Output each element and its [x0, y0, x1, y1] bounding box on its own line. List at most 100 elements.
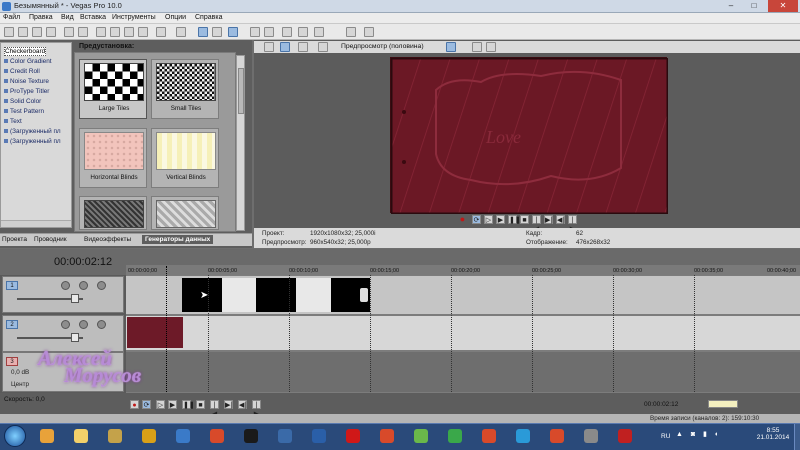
whats-this-icon[interactable] [364, 27, 374, 37]
auto-ripple-icon[interactable] [212, 27, 222, 37]
list-item[interactable]: Noise Texture [4, 78, 49, 85]
preset-pattern-5[interactable] [79, 196, 147, 230]
delete-icon[interactable] [138, 27, 148, 37]
fx-clip-icon[interactable] [360, 288, 368, 302]
taskbar-app-button[interactable] [304, 425, 334, 447]
prev-frame-icon[interactable]: ◀| [556, 215, 565, 224]
list-item[interactable]: (Загруженный пл [4, 128, 61, 135]
properties-icon[interactable] [78, 27, 88, 37]
record-icon[interactable]: ● [130, 400, 139, 409]
next-frame-icon[interactable]: |▶ [568, 215, 577, 233]
menu-file[interactable]: Файл [3, 14, 20, 21]
preset-vertical-blinds[interactable]: Vertical Blinds [151, 128, 219, 188]
pause-icon[interactable]: ❚❚ [508, 215, 521, 224]
render-icon[interactable] [64, 27, 74, 37]
overlays-icon[interactable] [446, 42, 456, 52]
split-icon[interactable] [314, 27, 324, 37]
scrollbar-thumb[interactable] [238, 68, 244, 114]
list-item[interactable]: ProType Titler [4, 88, 49, 95]
cut-icon[interactable] [96, 27, 106, 37]
taskbar-app-button[interactable] [236, 425, 266, 447]
normal-edit-tool-icon[interactable] [250, 27, 260, 37]
list-scrollbar[interactable] [1, 220, 71, 227]
menu-tools[interactable]: Инструменты [112, 14, 156, 21]
taskbar-app-button[interactable] [576, 425, 606, 447]
copy-icon[interactable] [110, 27, 120, 37]
list-item[interactable]: Solid Color [4, 98, 41, 105]
preset-large-tiles[interactable]: Large Tiles [79, 59, 147, 119]
tab-media-generators[interactable]: Генераторы данных [142, 235, 214, 244]
slider-knob[interactable] [71, 333, 79, 342]
taskbar-app-button[interactable] [508, 425, 538, 447]
taskbar-app-button[interactable] [542, 425, 572, 447]
tray-icons[interactable]: ▲ ◙ ▮ ◐ [676, 430, 736, 440]
next-frame-icon[interactable]: |▶ [252, 400, 261, 418]
preset-pattern-6[interactable] [151, 196, 219, 230]
open-icon[interactable] [18, 27, 28, 37]
playhead-cursor[interactable] [166, 266, 167, 394]
show-desktop-button[interactable] [794, 424, 800, 450]
list-item[interactable]: Test Pattern [4, 108, 44, 115]
list-item[interactable]: (Загруженный пл [4, 138, 61, 145]
save-icon[interactable] [32, 27, 42, 37]
paste-icon[interactable] [124, 27, 134, 37]
snap-icon[interactable] [198, 27, 208, 37]
go-start-icon[interactable]: |◀ [532, 215, 541, 233]
go-end-icon[interactable]: ▶| [224, 400, 233, 409]
tab-project-media[interactable]: Проекта [2, 236, 27, 243]
track-lane-2[interactable] [126, 316, 800, 350]
menu-options[interactable]: Опции [165, 14, 186, 21]
help-icon[interactable] [346, 27, 356, 37]
list-item[interactable]: Color Gradient [4, 58, 52, 65]
split-screen-icon[interactable] [318, 42, 328, 52]
list-item[interactable]: Credit Roll [4, 68, 40, 75]
menu-view[interactable]: Вид [61, 14, 74, 21]
taskbar-app-button[interactable] [202, 425, 232, 447]
preset-scrollbar[interactable] [236, 55, 245, 231]
zoom-tool-icon[interactable] [298, 27, 308, 37]
taskbar-app-button[interactable] [338, 425, 368, 447]
background-clip[interactable] [127, 317, 183, 348]
lock-envelopes-icon[interactable] [228, 27, 238, 37]
minimize-button[interactable]: – [720, 0, 742, 12]
fx-icon[interactable] [79, 281, 88, 290]
go-end-icon[interactable]: ▶| [544, 215, 553, 224]
redo-icon[interactable] [176, 27, 186, 37]
language-indicator[interactable]: RU [661, 433, 670, 440]
loop-icon[interactable]: ⟳ [142, 400, 151, 409]
go-start-icon[interactable]: |◀ [210, 400, 219, 418]
taskbar-app-button[interactable] [66, 425, 96, 447]
undo-icon[interactable] [156, 27, 166, 37]
prev-frame-icon[interactable]: ◀| [238, 400, 247, 409]
taskbar-app-button[interactable] [440, 425, 470, 447]
preview-quality-dropdown[interactable]: Предпросмотр (половина) [341, 43, 424, 50]
new-icon[interactable] [4, 27, 14, 37]
motion-icon[interactable] [61, 281, 70, 290]
list-item[interactable]: Checkerboard [4, 47, 47, 56]
pause-icon[interactable]: ❚❚ [182, 400, 195, 409]
list-item[interactable]: Text [4, 118, 22, 125]
play-from-start-icon[interactable]: ▷ [156, 400, 165, 409]
video-track-header-1[interactable]: 1 [2, 276, 124, 313]
project-properties-icon[interactable] [264, 42, 274, 52]
taskbar-app-button[interactable] [372, 425, 402, 447]
external-monitor-icon[interactable] [280, 42, 290, 52]
menu-help[interactable]: Справка [195, 14, 222, 21]
preset-small-tiles[interactable]: Small Tiles [151, 59, 219, 119]
play-icon[interactable]: ▶ [496, 215, 505, 224]
save-as-icon[interactable] [46, 27, 56, 37]
slider-knob[interactable] [71, 294, 79, 303]
taskbar-app-button[interactable] [134, 425, 164, 447]
taskbar-app-button[interactable] [32, 425, 62, 447]
stop-icon[interactable]: ■ [196, 400, 205, 409]
maximize-button[interactable]: □ [743, 0, 765, 12]
tab-explorer[interactable]: Проводник [34, 236, 67, 243]
envelope-tool-icon[interactable] [264, 27, 274, 37]
stop-icon[interactable]: ■ [520, 215, 529, 224]
menu-insert[interactable]: Вставка [80, 14, 106, 21]
taskbar-app-button[interactable] [100, 425, 130, 447]
menu-edit[interactable]: Правка [29, 14, 53, 21]
track-lane-3[interactable] [126, 352, 800, 392]
preset-horizontal-blinds[interactable]: Horizontal Blinds [79, 128, 147, 188]
record-icon[interactable]: ● [458, 215, 467, 224]
